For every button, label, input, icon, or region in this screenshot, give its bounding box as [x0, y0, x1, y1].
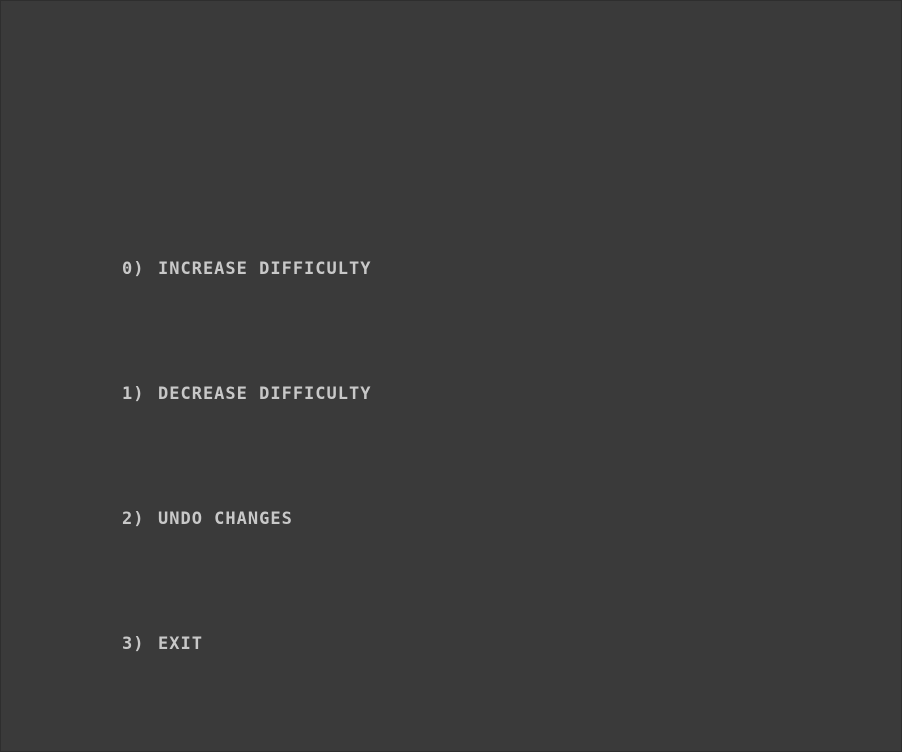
menu-item-increase-difficulty[interactable]: 0) INCREASE DIFFICULTY	[122, 259, 371, 279]
menu-item-label: INCREASE DIFFICULTY	[158, 259, 372, 279]
menu-item-number: 2)	[122, 509, 145, 529]
menu-item-label: DECREASE DIFFICULTY	[158, 384, 372, 404]
menu-item-undo-changes[interactable]: 2) UNDO CHANGES	[122, 509, 293, 529]
game-menu-screen: 0) INCREASE DIFFICULTY 1) DECREASE DIFFI…	[0, 0, 902, 752]
menu-item-number: 0)	[122, 259, 145, 279]
menu-item-exit[interactable]: 3) EXIT	[122, 634, 203, 654]
menu-item-decrease-difficulty[interactable]: 1) DECREASE DIFFICULTY	[122, 384, 371, 404]
menu-item-label: EXIT	[158, 634, 203, 654]
menu-item-number: 1)	[122, 384, 145, 404]
menu-item-label: UNDO CHANGES	[158, 509, 293, 529]
menu-item-number: 3)	[122, 634, 145, 654]
